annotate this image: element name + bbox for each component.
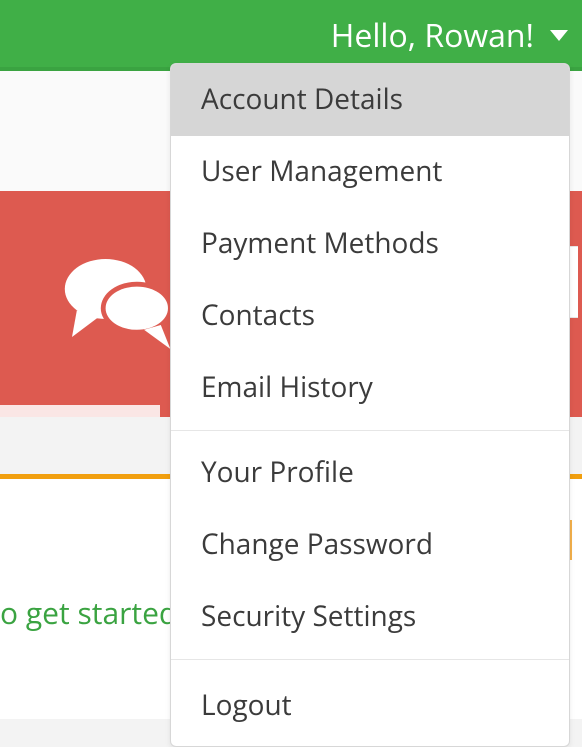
menu-divider: [171, 659, 569, 660]
menu-item-label: Contacts: [201, 296, 315, 334]
chevron-down-icon: [550, 30, 568, 41]
menu-item-payment-methods[interactable]: Payment Methods: [171, 208, 569, 280]
menu-item-label: User Management: [201, 152, 442, 190]
menu-item-change-password[interactable]: Change Password: [171, 509, 569, 581]
get-started-text: o get started: [0, 592, 177, 633]
menu-item-label: Payment Methods: [201, 224, 439, 262]
menu-item-contacts[interactable]: Contacts: [171, 280, 569, 352]
menu-divider: [171, 430, 569, 431]
get-started-link[interactable]: o get started.: [0, 592, 185, 633]
menu-item-your-profile[interactable]: Your Profile: [171, 437, 569, 509]
menu-item-email-history[interactable]: Email History: [171, 352, 569, 424]
menu-item-user-management[interactable]: User Management: [171, 136, 569, 208]
app-header: Hello, Rowan!: [0, 0, 582, 71]
menu-item-logout[interactable]: Logout: [171, 670, 569, 742]
menu-item-label: Account Details: [201, 80, 403, 118]
menu-item-label: Your Profile: [201, 453, 354, 491]
card-progress-bar: [0, 405, 160, 417]
user-greeting[interactable]: Hello, Rowan!: [331, 0, 568, 71]
menu-item-account-details[interactable]: Account Details: [171, 64, 569, 136]
menu-item-label: Change Password: [201, 525, 433, 563]
menu-item-security-settings[interactable]: Security Settings: [171, 581, 569, 653]
menu-item-label: Security Settings: [201, 597, 416, 635]
account-dropdown-menu: Account Details User Management Payment …: [170, 63, 570, 747]
menu-item-label: Email History: [201, 368, 373, 406]
greeting-text: Hello, Rowan!: [331, 14, 534, 57]
chat-icon: [60, 241, 180, 361]
menu-item-label: Logout: [201, 686, 292, 724]
